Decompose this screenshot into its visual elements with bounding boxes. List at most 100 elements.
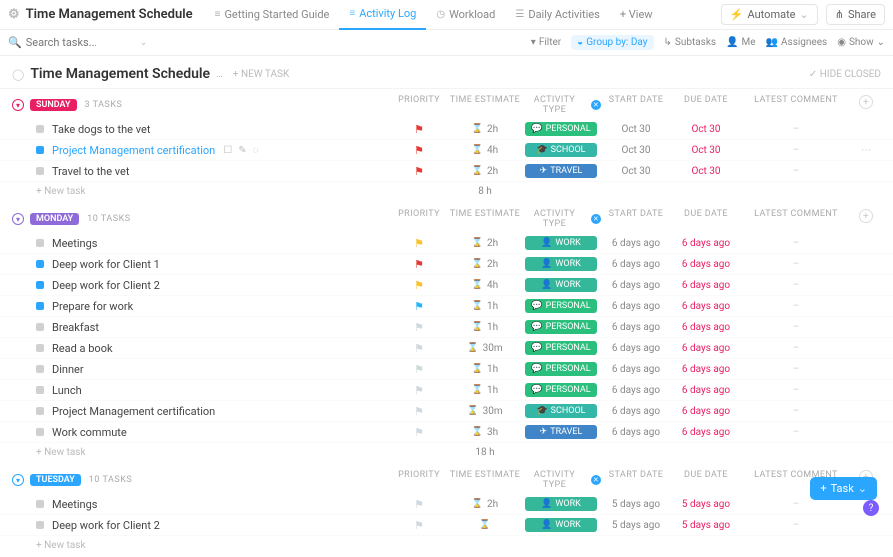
col-activity[interactable]: ACTIVITY TYPE ✕ (521, 209, 601, 229)
cell-activity[interactable]: 💬PERSONAL (521, 320, 601, 334)
cell-priority[interactable]: ⚑ (389, 165, 449, 178)
cell-priority[interactable]: ⚑ (389, 342, 449, 355)
cell-start[interactable]: Oct 30 (601, 145, 671, 156)
task-name[interactable]: Deep work for Client 2 (52, 519, 160, 532)
task-name[interactable]: Read a book (52, 342, 113, 355)
group-collapse-button[interactable]: ▾ (12, 474, 24, 486)
subtasks-button[interactable]: ↳ Subtasks (664, 37, 717, 48)
task-name[interactable]: Dinner (52, 363, 84, 376)
status-dot[interactable] (36, 125, 44, 133)
task-name[interactable]: Deep work for Client 1 (52, 258, 160, 271)
cell-priority[interactable]: ⚑ (389, 321, 449, 334)
col-time[interactable]: TIME ESTIMATE (449, 470, 521, 490)
cell-activity[interactable]: 💬PERSONAL (521, 383, 601, 397)
group-badge[interactable]: SUNDAY (30, 99, 77, 111)
add-task-row[interactable]: + New task (0, 536, 893, 555)
col-priority[interactable]: PRIORITY (389, 95, 449, 115)
col-due[interactable]: DUE DATE (671, 209, 741, 229)
cell-comment[interactable]: – (741, 301, 851, 312)
cell-due[interactable]: 6 days ago (671, 301, 741, 312)
cell-time[interactable]: ⌛4h (449, 145, 521, 156)
cell-start[interactable]: 5 days ago (601, 520, 671, 531)
add-column-button[interactable]: + (851, 209, 881, 229)
cell-start[interactable]: 6 days ago (601, 385, 671, 396)
task-name[interactable]: Work commute (52, 426, 127, 439)
status-dot[interactable] (36, 302, 44, 310)
cell-priority[interactable]: ⚑ (389, 258, 449, 271)
cell-start[interactable]: 6 days ago (601, 259, 671, 270)
cell-due[interactable]: 6 days ago (671, 364, 741, 375)
cell-start[interactable]: Oct 30 (601, 124, 671, 135)
cell-time[interactable]: ⌛2h (449, 499, 521, 510)
col-comment[interactable]: LATEST COMMENT (741, 209, 851, 229)
cell-due[interactable]: Oct 30 (671, 145, 741, 156)
status-dot[interactable] (36, 167, 44, 175)
status-dot[interactable] (36, 365, 44, 373)
task-row[interactable]: Travel to the vet⚑⌛2h✈TRAVELOct 30Oct 30… (0, 161, 893, 182)
task-row[interactable]: Prepare for work⚑⌛1h💬PERSONAL6 days ago6… (0, 296, 893, 317)
col-due[interactable]: DUE DATE (671, 470, 741, 490)
cell-comment[interactable]: – (741, 364, 851, 375)
col-comment[interactable]: LATEST COMMENT (741, 95, 851, 115)
cell-comment[interactable]: – (741, 280, 851, 291)
cell-comment[interactable]: – (741, 322, 851, 333)
cell-time[interactable]: ⌛3h (449, 427, 521, 438)
col-due[interactable]: DUE DATE (671, 95, 741, 115)
col-time[interactable]: TIME ESTIMATE (449, 95, 521, 115)
cell-activity[interactable]: 🎓SCHOOL (521, 404, 601, 418)
cell-start[interactable]: 6 days ago (601, 406, 671, 417)
group-by-button[interactable]: ◒ Group by: Day (571, 35, 653, 50)
cell-priority[interactable]: ⚑ (389, 384, 449, 397)
cell-due[interactable]: 5 days ago (671, 520, 741, 531)
cell-comment[interactable]: – (741, 166, 851, 177)
cell-activity[interactable]: ✈TRAVEL (521, 164, 601, 178)
cell-start[interactable]: Oct 30 (601, 166, 671, 177)
cell-priority[interactable]: ⚑ (389, 519, 449, 532)
cell-start[interactable]: 6 days ago (601, 343, 671, 354)
status-dot[interactable] (36, 281, 44, 289)
cell-activity[interactable]: 👤WORK (521, 497, 601, 511)
cell-due[interactable]: 6 days ago (671, 238, 741, 249)
cell-priority[interactable]: ⚑ (389, 300, 449, 313)
task-row[interactable]: Deep work for Client 1⚑⌛2h👤WORK6 days ag… (0, 254, 893, 275)
cell-activity[interactable]: ✈TRAVEL (521, 425, 601, 439)
cell-due[interactable]: 6 days ago (671, 385, 741, 396)
cell-time[interactable]: ⌛2h (449, 166, 521, 177)
cell-due[interactable]: 6 days ago (671, 427, 741, 438)
cell-due[interactable]: Oct 30 (671, 124, 741, 135)
row-more-button[interactable]: ⋯ (851, 145, 881, 156)
add-view-button[interactable]: + View (610, 8, 663, 21)
cell-start[interactable]: 6 days ago (601, 427, 671, 438)
help-button[interactable]: ? (863, 500, 879, 516)
task-row[interactable]: Work commute⚑⌛3h✈TRAVEL6 days ago6 days … (0, 422, 893, 443)
edit-subtask-icon[interactable]: ☐ (223, 145, 232, 156)
task-name[interactable]: Meetings (52, 498, 97, 511)
me-button[interactable]: 👤 Me (726, 37, 756, 48)
task-name[interactable]: Travel to the vet (52, 165, 129, 178)
share-button[interactable]: ⋔ Share (826, 4, 885, 25)
status-dot[interactable] (36, 260, 44, 268)
tab-getting-started-guide[interactable]: ≡Getting Started Guide (205, 0, 340, 30)
status-dot[interactable] (36, 521, 44, 529)
task-name[interactable]: Project Management certification (52, 144, 215, 157)
cell-comment[interactable]: – (741, 259, 851, 270)
col-priority[interactable]: PRIORITY (389, 209, 449, 229)
cell-start[interactable]: 6 days ago (601, 364, 671, 375)
task-row[interactable]: Deep work for Client 2⚑⌛4h👤WORK6 days ag… (0, 275, 893, 296)
group-collapse-button[interactable]: ▾ (12, 99, 24, 111)
cell-time[interactable]: ⌛4h (449, 280, 521, 291)
chevron-down-icon[interactable]: ⌄ (140, 38, 148, 48)
cell-activity[interactable]: 👤WORK (521, 257, 601, 271)
cell-priority[interactable]: ⚑ (389, 498, 449, 511)
task-name[interactable]: Lunch (52, 384, 82, 397)
rename-icon[interactable]: ✎ (238, 145, 246, 156)
cell-time[interactable]: ⌛1h (449, 385, 521, 396)
cell-comment[interactable]: – (741, 385, 851, 396)
assignees-button[interactable]: 👥 Assignees (766, 37, 828, 48)
cell-time[interactable]: ⌛2h (449, 124, 521, 135)
tab-daily-activities[interactable]: ☰Daily Activities (505, 0, 609, 30)
assign-icon[interactable]: ◌ (253, 145, 259, 156)
show-button[interactable]: ◉ Show ⌄ (837, 37, 885, 48)
new-task-button[interactable]: + NEW TASK (233, 69, 289, 80)
cell-due[interactable]: 6 days ago (671, 259, 741, 270)
